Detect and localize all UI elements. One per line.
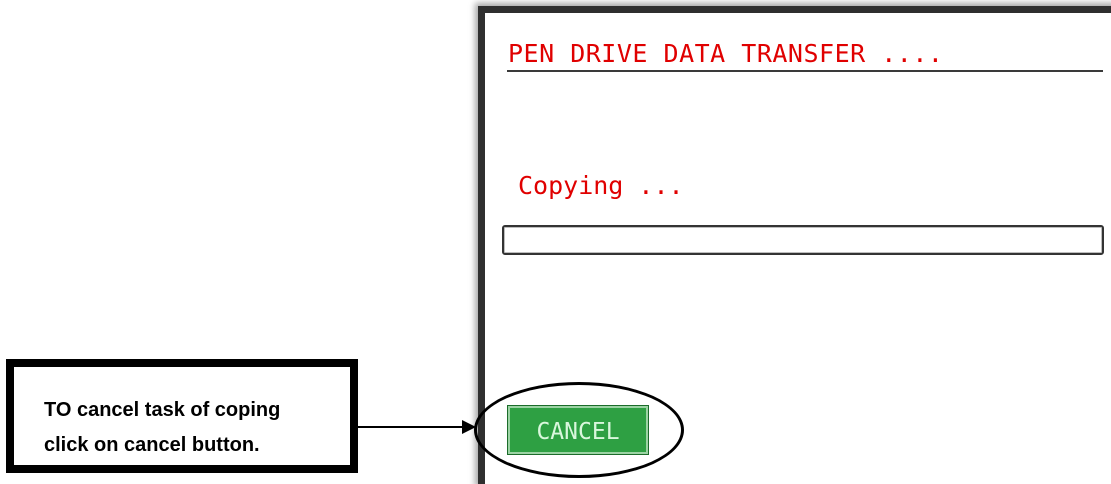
cancel-button[interactable]: CANCEL (508, 406, 648, 454)
device-screen: PEN DRIVE DATA TRANSFER .... Copying ...… (478, 6, 1111, 484)
copy-progress-bar (502, 225, 1104, 255)
instruction-text: TO cancel task of coping click on cancel… (44, 399, 281, 456)
title-divider (507, 70, 1103, 72)
dialog-title: PEN DRIVE DATA TRANSFER .... (508, 39, 944, 68)
copy-status-text: Copying ... (518, 171, 684, 200)
pointer-arrow-head (462, 420, 476, 434)
instruction-callout: TO cancel task of coping click on cancel… (6, 359, 358, 473)
transfer-dialog: PEN DRIVE DATA TRANSFER .... Copying ...… (485, 13, 1111, 484)
pointer-arrow-line (358, 426, 465, 428)
